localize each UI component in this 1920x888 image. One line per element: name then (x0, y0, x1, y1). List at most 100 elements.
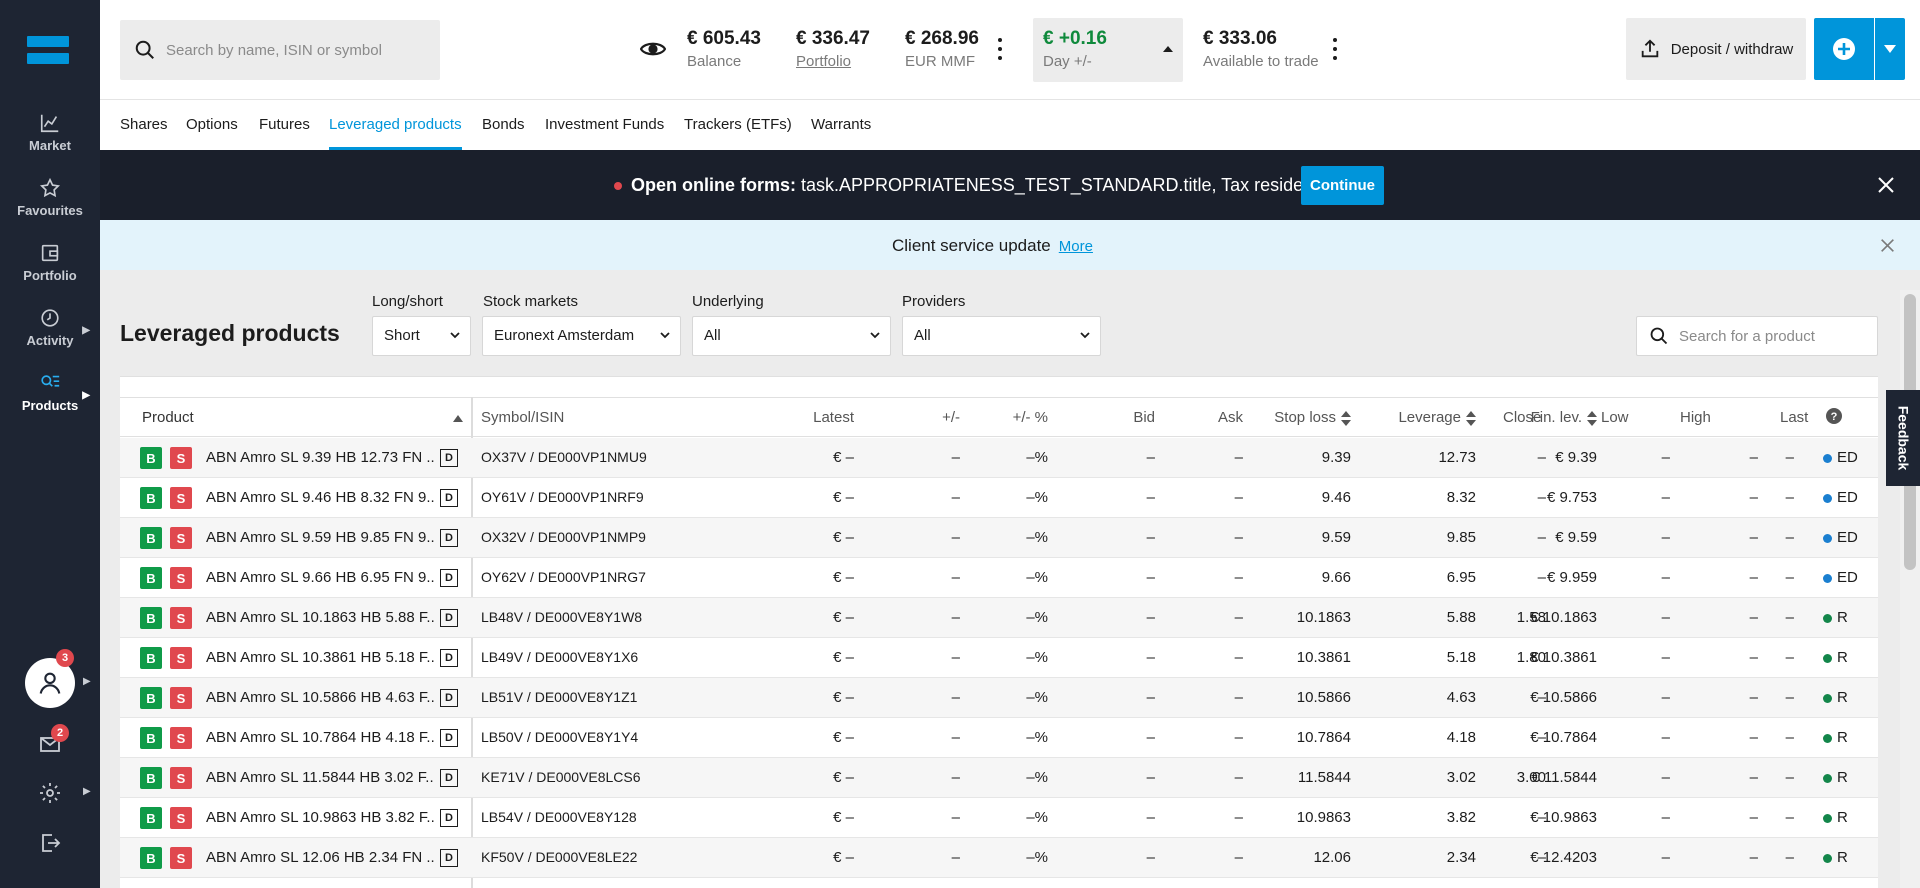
eye-icon[interactable] (640, 38, 666, 60)
table-row[interactable]: B S ABN Amro SL 12.06 HB 2.34 FN ... D KF50V… (120, 838, 1878, 878)
buy-button[interactable]: B (140, 847, 162, 869)
feedback-tab[interactable]: Feedback (1886, 390, 1920, 486)
table-row[interactable]: B S ABN Amro SL 10.9863 HB 3.82 F... D LB54V… (120, 798, 1878, 838)
add-order-dropdown[interactable] (1875, 18, 1905, 80)
product-name[interactable]: ABN Amro SL 10.5866 HB 4.63 F... (206, 689, 434, 706)
tab-futures[interactable]: Futures (259, 116, 310, 150)
product-name[interactable]: ABN Amro SL 9.46 HB 8.32 FN 9.... (206, 489, 434, 506)
details-icon[interactable]: D (440, 609, 458, 627)
table-row[interactable]: B S ABN Amro SL 9.59 HB 9.85 FN 9.... D OX32… (120, 518, 1878, 558)
column-header-close[interactable]: Close (1503, 409, 1541, 426)
sell-button[interactable]: S (170, 727, 192, 749)
column-header-bid[interactable]: Bid (1133, 409, 1155, 426)
buy-button[interactable]: B (140, 647, 162, 669)
details-icon[interactable]: D (440, 689, 458, 707)
gear-icon[interactable] (38, 781, 62, 805)
sidebar-item-products[interactable]: Products ▶ (0, 372, 100, 432)
stock-markets-select[interactable]: Euronext Amsterdam (482, 316, 681, 356)
sell-button[interactable]: S (170, 687, 192, 709)
more-options-icon[interactable] (1332, 38, 1338, 60)
buy-button[interactable]: B (140, 727, 162, 749)
sell-button[interactable]: S (170, 607, 192, 629)
column-header-ask[interactable]: Ask (1218, 409, 1243, 426)
product-name[interactable]: ABN Amro SL 9.59 HB 9.85 FN 9.... (206, 529, 434, 546)
add-order-button[interactable] (1814, 18, 1874, 80)
table-row[interactable]: B S ABN Amro SL 9.39 HB 12.73 FN ... D OX37V… (120, 438, 1878, 478)
product-name[interactable]: ABN Amro SL 9.66 HB 6.95 FN 9.... (206, 569, 434, 586)
column-header-change-pct[interactable]: +/- % (1013, 409, 1048, 426)
tab-investment-funds[interactable]: Investment Funds (545, 116, 664, 150)
sell-button[interactable]: S (170, 807, 192, 829)
sidebar-item-market[interactable]: Market (0, 112, 100, 172)
logo-icon[interactable] (27, 36, 69, 64)
table-row[interactable]: B S ABN Amro SL 10.7864 HB 4.18 F... D LB50V… (120, 718, 1878, 758)
buy-button[interactable]: B (140, 567, 162, 589)
buy-button[interactable]: B (140, 607, 162, 629)
day-change-toggle[interactable]: € +0.16 Day +/- (1033, 18, 1183, 82)
buy-button[interactable]: B (140, 487, 162, 509)
help-icon[interactable]: ? (1826, 408, 1842, 424)
close-icon[interactable] (1877, 176, 1895, 194)
sell-button[interactable]: S (170, 567, 192, 589)
scrollbar[interactable] (1900, 290, 1920, 888)
product-name[interactable]: ABN Amro SL 9.39 HB 12.73 FN ... (206, 449, 434, 466)
buy-button[interactable]: B (140, 687, 162, 709)
sidebar-item-activity[interactable]: Activity ▶ (0, 307, 100, 367)
product-name[interactable]: ABN Amro SL 10.3861 HB 5.18 F... (206, 649, 434, 666)
tab-options[interactable]: Options (186, 116, 238, 150)
details-icon[interactable]: D (440, 849, 458, 867)
table-row[interactable]: B S ABN Amro SL 11.5844 HB 3.02 F... D KE71V… (120, 758, 1878, 798)
search-input[interactable]: Search by name, ISIN or symbol (120, 20, 440, 80)
column-header-leverage[interactable]: Leverage (1398, 409, 1461, 426)
table-row[interactable]: B S ABN Amro SL 10.5866 HB 4.63 F... D LB51V… (120, 678, 1878, 718)
sort-asc-icon[interactable] (453, 415, 463, 422)
column-header-product[interactable]: Product (142, 409, 194, 426)
portfolio-link[interactable]: Portfolio (796, 53, 870, 70)
column-header-change[interactable]: +/- (942, 409, 960, 426)
providers-select[interactable]: All (902, 316, 1101, 356)
details-icon[interactable]: D (440, 809, 458, 827)
buy-button[interactable]: B (140, 447, 162, 469)
details-icon[interactable]: D (440, 569, 458, 587)
sell-button[interactable]: S (170, 767, 192, 789)
sort-icon[interactable] (1341, 411, 1351, 426)
table-row[interactable]: B S ABN Amro SL 10.1863 HB 5.88 F... D LB48V… (120, 598, 1878, 638)
product-name[interactable]: ABN Amro SL 10.7864 HB 4.18 F... (206, 729, 434, 746)
sidebar-item-favourites[interactable]: Favourites (0, 177, 100, 237)
tab-trackers[interactable]: Trackers (ETFs) (684, 116, 792, 150)
column-header-latest[interactable]: Latest (813, 409, 854, 426)
details-icon[interactable]: D (440, 729, 458, 747)
details-icon[interactable]: D (440, 449, 458, 467)
product-name[interactable]: ABN Amro SL 10.9863 HB 3.82 F... (206, 809, 434, 826)
column-header-low[interactable]: Low (1601, 409, 1629, 426)
tab-leveraged-products[interactable]: Leveraged products (329, 116, 462, 150)
buy-button[interactable]: B (140, 767, 162, 789)
long-short-select[interactable]: Short (372, 316, 471, 356)
tab-warrants[interactable]: Warrants (811, 116, 871, 150)
table-row[interactable]: B S ABN Amro SL 9.46 HB 8.32 FN 9.... D OY61… (120, 478, 1878, 518)
details-icon[interactable]: D (440, 649, 458, 667)
column-header-high-label[interactable]: High (1680, 409, 1711, 426)
column-header-last[interactable]: Last (1780, 409, 1808, 426)
close-icon[interactable] (1880, 238, 1895, 253)
details-icon[interactable]: D (440, 769, 458, 787)
column-header-stop-loss[interactable]: Stop loss (1274, 409, 1336, 426)
sell-button[interactable]: S (170, 527, 192, 549)
sort-icon[interactable] (1466, 411, 1476, 426)
buy-button[interactable]: B (140, 527, 162, 549)
continue-button[interactable]: Continue (1301, 166, 1384, 205)
sell-button[interactable]: S (170, 847, 192, 869)
sort-icon[interactable] (1587, 411, 1597, 426)
sidebar-item-portfolio[interactable]: Portfolio (0, 242, 100, 302)
product-name[interactable]: ABN Amro SL 10.1863 HB 5.88 F... (206, 609, 434, 626)
product-search-input[interactable]: Search for a product (1636, 316, 1878, 356)
table-row[interactable]: B S ABN Amro SL 10.3861 HB 5.18 F... D LB49V… (120, 638, 1878, 678)
column-header-symbol[interactable]: Symbol/ISIN (481, 409, 564, 426)
tab-bonds[interactable]: Bonds (482, 116, 525, 150)
sell-button[interactable]: S (170, 647, 192, 669)
sell-button[interactable]: S (170, 487, 192, 509)
deposit-withdraw-button[interactable]: Deposit / withdraw (1626, 18, 1806, 80)
sell-button[interactable]: S (170, 447, 192, 469)
product-name[interactable]: ABN Amro SL 11.5844 HB 3.02 F... (206, 769, 434, 786)
details-icon[interactable]: D (440, 489, 458, 507)
